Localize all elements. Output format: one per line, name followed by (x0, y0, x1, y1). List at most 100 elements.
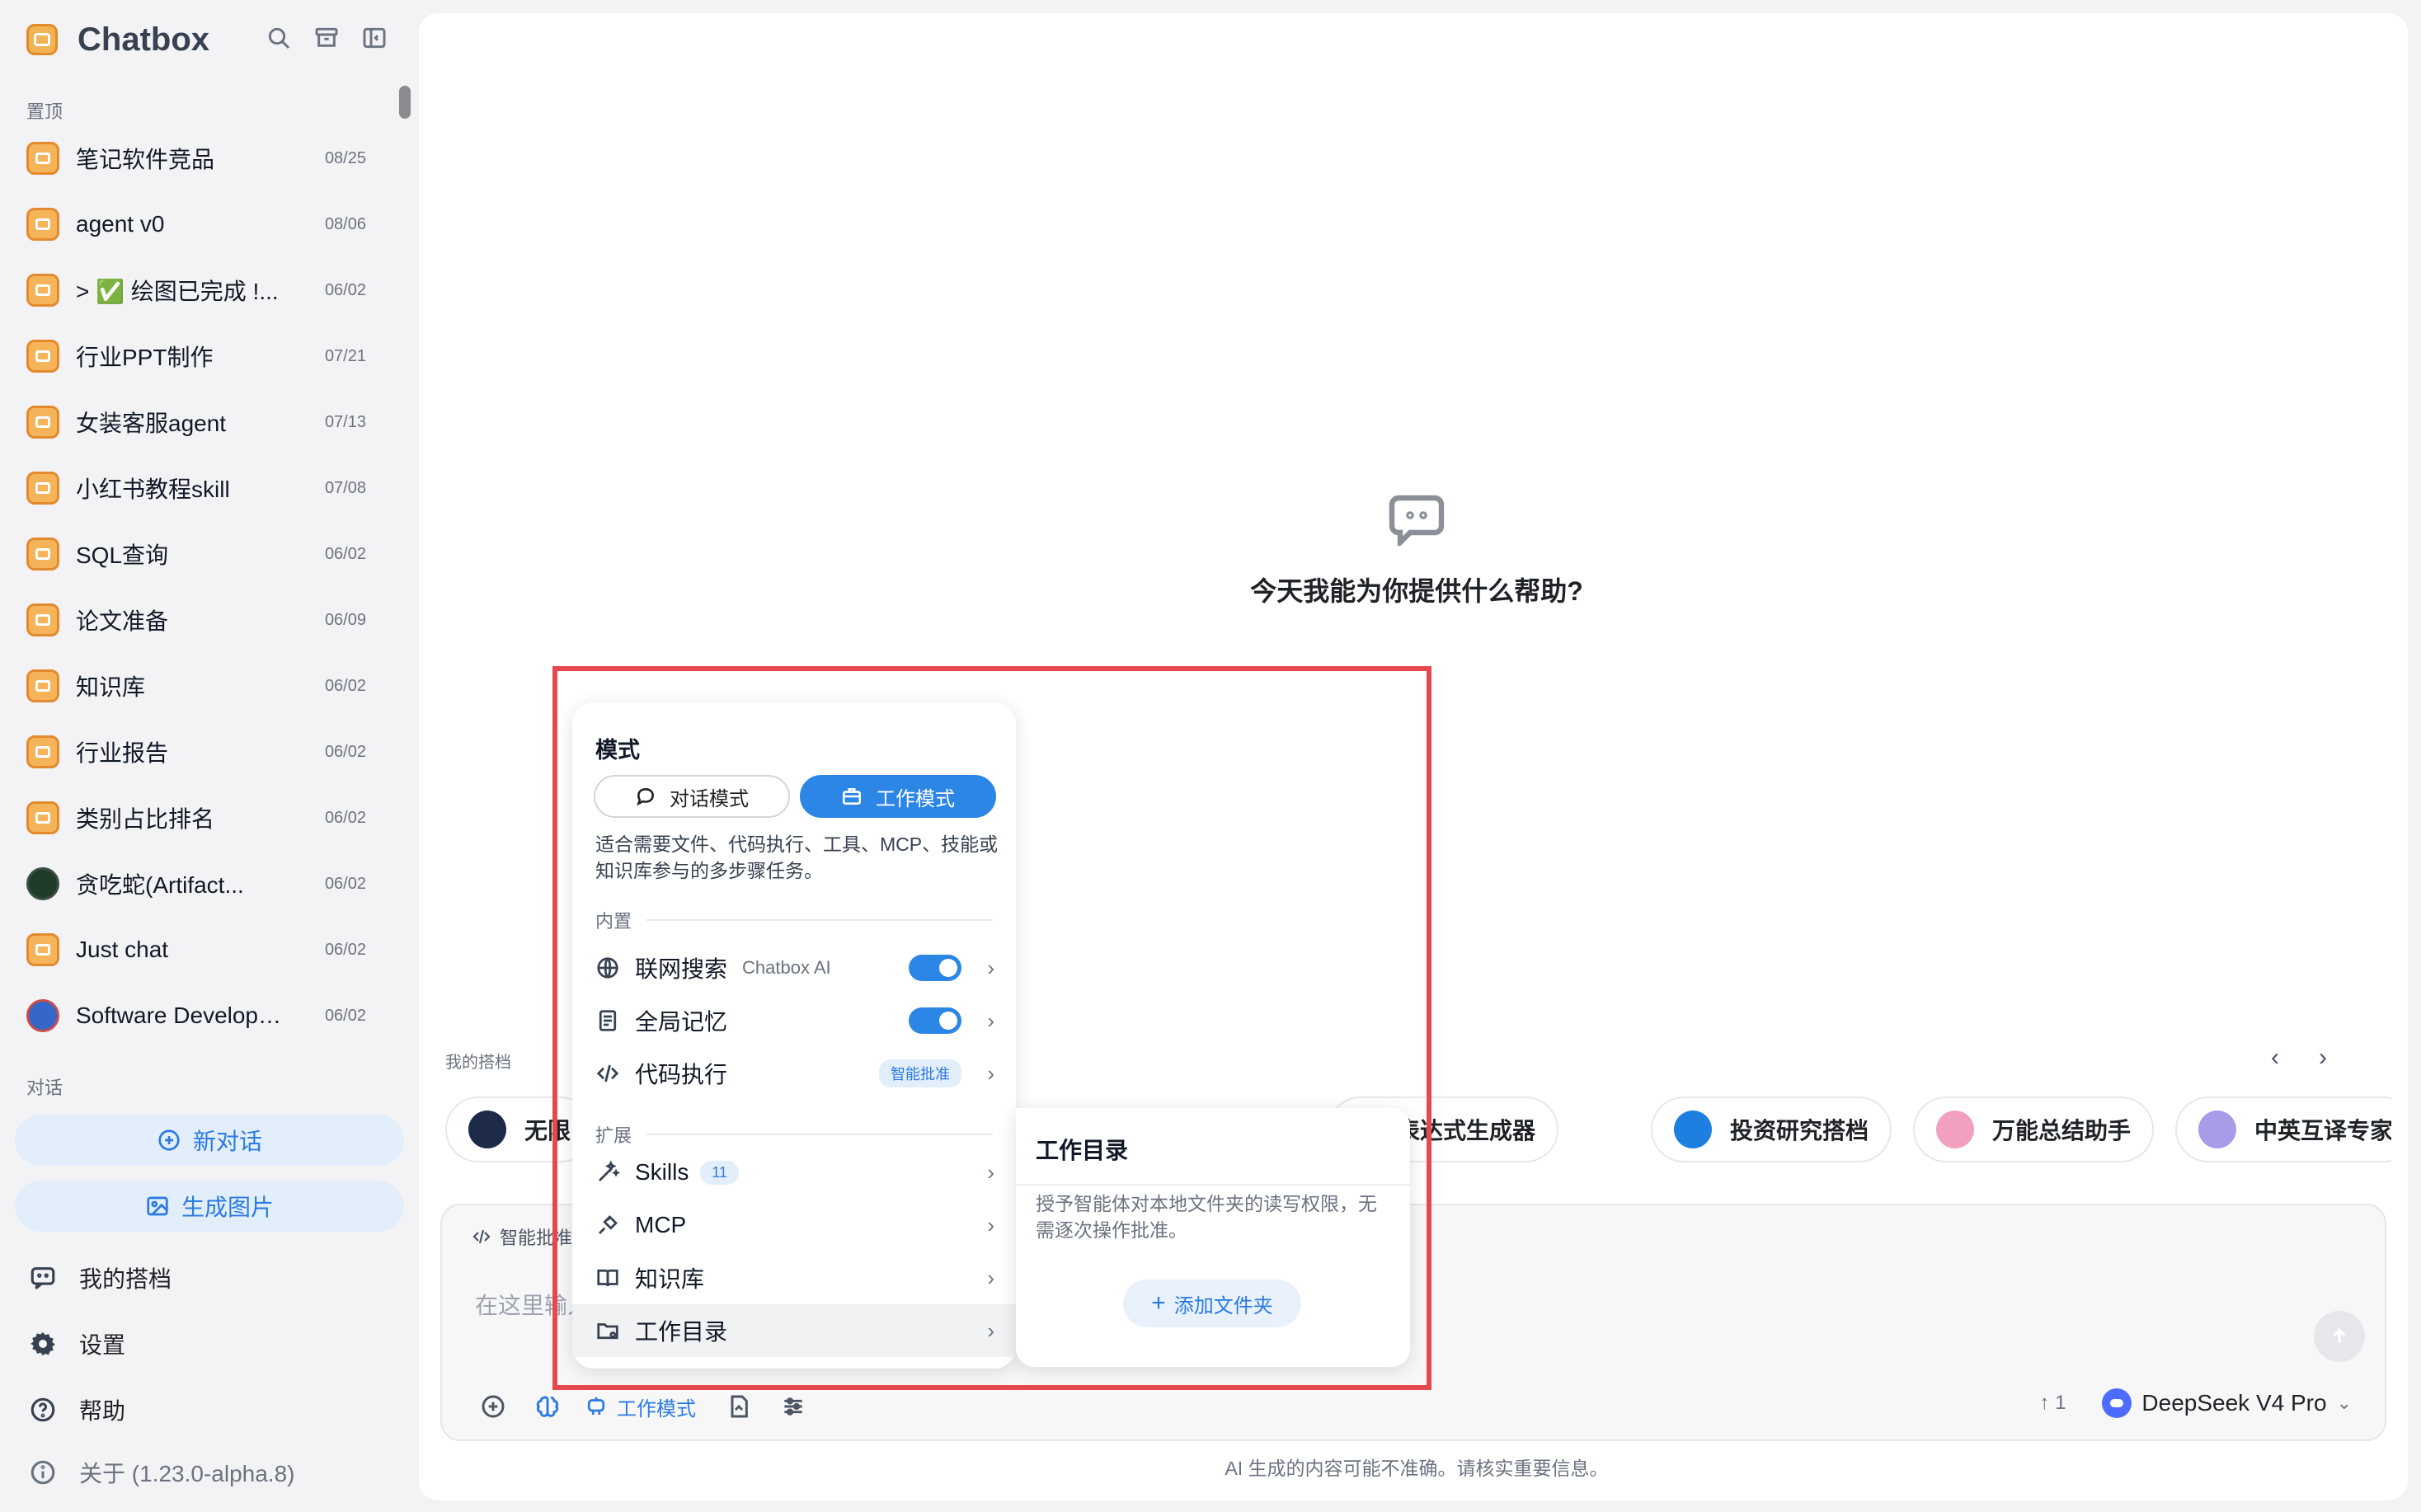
conversations-section-label: 对话 (26, 1078, 63, 1098)
partner-avatar (1936, 1111, 1974, 1148)
conversation-item[interactable]: 女装客服agent 07/13 (0, 389, 388, 455)
chatbox-avatar-icon (26, 669, 59, 702)
generate-image-button[interactable]: 生成图片 (15, 1181, 404, 1232)
conversation-item[interactable]: 行业报告 06/02 (0, 719, 388, 785)
pinned-section-label: 置顶 (26, 101, 63, 122)
sidebar-scrollbar[interactable] (399, 86, 411, 119)
help-icon (26, 1393, 59, 1426)
sidebar-toolbar (262, 21, 391, 54)
collapse-sidebar-icon[interactable] (358, 21, 391, 54)
conversation-date: 08/06 (324, 214, 366, 233)
conversation-title: 小红书教程skill (76, 477, 230, 502)
gear-icon (26, 1327, 59, 1360)
developer-avatar-icon (26, 999, 59, 1032)
new-chat-button[interactable]: 新对话 (15, 1115, 404, 1166)
conversation-date: 07/13 (324, 412, 366, 431)
conversation-title: 知识库 (76, 674, 146, 700)
conversation-date: 07/21 (324, 346, 366, 365)
conversation-item[interactable]: 行业PPT制作 07/21 (0, 323, 388, 389)
conversation-item[interactable]: 笔记软件竞品 08/25 (0, 125, 388, 191)
conversation-date: 06/02 (324, 742, 366, 761)
conversation-item[interactable]: 小红书教程skill 07/08 (0, 455, 388, 521)
work-mode-toggle[interactable]: 工作模式 (584, 1392, 696, 1421)
conversation-item[interactable]: 论文准备 06/09 (0, 587, 388, 653)
partner-chip[interactable]: 投资研究搭档 (1651, 1096, 1892, 1162)
work-mode-label: 工作模式 (617, 1397, 696, 1420)
conversation-date: 06/02 (324, 280, 366, 299)
conversation-item[interactable]: Software Developer... 06/02 (0, 983, 388, 1049)
highlight-box (552, 666, 1431, 1390)
image-icon (145, 1194, 170, 1219)
settings-sliders-button[interactable] (775, 1388, 811, 1425)
partners-nav: ‹ › (2271, 1044, 2327, 1072)
chat-bubble-icon (1389, 495, 1445, 549)
app-title: Chatbox (78, 21, 209, 58)
conversation-date: 08/25 (324, 148, 366, 167)
help-link[interactable]: 帮助 (26, 1393, 125, 1426)
context-count[interactable]: ↑ 1 (2039, 1392, 2066, 1415)
brand: Chatbox (26, 18, 209, 61)
conversation-title: 贪吃蛇(Artifact... (76, 872, 244, 898)
chevron-left-icon[interactable]: ‹ (2271, 1044, 2279, 1072)
conversation-date: 06/02 (324, 1006, 366, 1025)
conversation-title: > ✅ 绘图已完成 !... (76, 279, 279, 304)
chatbox-avatar-icon (26, 406, 59, 439)
archive-icon[interactable] (310, 21, 343, 54)
conversation-item[interactable]: 类别占比排名 06/02 (0, 785, 388, 851)
brain-button[interactable] (529, 1388, 566, 1425)
chatbox-avatar-icon (26, 142, 59, 175)
conversation-title: 类别占比排名 (76, 806, 215, 832)
partner-name: 万能总结助手 (1992, 1118, 2132, 1143)
document-button[interactable] (721, 1388, 757, 1425)
info-icon (26, 1456, 59, 1489)
settings-link[interactable]: 设置 (26, 1327, 125, 1360)
search-icon[interactable] (262, 21, 295, 54)
partner-name: 中英互译专家 (2254, 1118, 2391, 1143)
conversation-title: Just chat (76, 937, 169, 962)
partner-chip[interactable]: 中英互译专家 (2175, 1096, 2391, 1162)
partners-link[interactable]: 我的搭档 (26, 1261, 172, 1294)
settings-link-label: 设置 (79, 1332, 126, 1358)
chatbox-avatar-icon (26, 340, 59, 373)
chatbox-avatar-icon (26, 801, 59, 834)
chatbox-avatar-icon (26, 603, 59, 636)
deepseek-logo-icon (2102, 1388, 2132, 1418)
conversation-item[interactable]: > ✅ 绘图已完成 !... 06/02 (0, 257, 388, 323)
partner-avatar (468, 1111, 506, 1148)
arrow-up-icon (2333, 1328, 2346, 1343)
about-link[interactable]: 关于 (1.23.0-alpha.8) (26, 1456, 294, 1489)
attach-button[interactable] (475, 1388, 511, 1425)
about-link-label: 关于 (1.23.0-alpha.8) (79, 1461, 295, 1486)
conversation-date: 06/02 (324, 940, 366, 959)
partner-name: 投资研究搭档 (1730, 1118, 1869, 1143)
conversation-date: 06/02 (324, 676, 366, 695)
chatbox-avatar-icon (26, 735, 59, 768)
brain-icon (536, 1396, 559, 1417)
composer-toolbar: 工作模式 (475, 1388, 830, 1425)
model-selector[interactable]: DeepSeek V4 Pro (2141, 1390, 2326, 1416)
send-button[interactable] (2314, 1311, 2365, 1362)
partner-avatar (1674, 1111, 1712, 1148)
composer-right: ↑ 1 DeepSeek V4 Pro ⌄ (2039, 1388, 2352, 1418)
conversation-title: SQL查询 (76, 542, 169, 568)
chevron-down-icon[interactable]: ⌄ (2337, 1392, 2352, 1414)
welcome-heading: 今天我能为你提供什么帮助? (1250, 576, 1583, 606)
conversation-item[interactable]: 知识库 06/02 (0, 653, 388, 719)
conversation-date: 06/02 (324, 808, 366, 827)
plus-circle-icon (157, 1128, 181, 1153)
conversation-item[interactable]: agent v0 08/06 (0, 191, 388, 257)
chevron-right-icon[interactable]: › (2319, 1044, 2327, 1072)
conversation-item[interactable]: SQL查询 06/02 (0, 521, 388, 587)
new-chat-label: 新对话 (192, 1129, 262, 1154)
partners-link-label: 我的搭档 (79, 1266, 172, 1292)
partners-row-label: 我的搭档 (445, 1054, 511, 1072)
document-icon (731, 1395, 748, 1418)
disclaimer: AI 生成的内容可能不准确。请核实重要信息。 (1225, 1458, 1609, 1479)
code-icon (472, 1229, 491, 1244)
conversation-item[interactable]: Just chat 06/02 (0, 917, 388, 983)
partner-chip[interactable]: 万能总结助手 (1913, 1096, 2155, 1162)
conversation-date: 06/02 (324, 544, 366, 563)
chatbox-avatar-icon (26, 472, 59, 505)
chatbox-avatar-icon (26, 933, 59, 966)
conversation-item[interactable]: 贪吃蛇(Artifact... 06/02 (0, 851, 388, 917)
